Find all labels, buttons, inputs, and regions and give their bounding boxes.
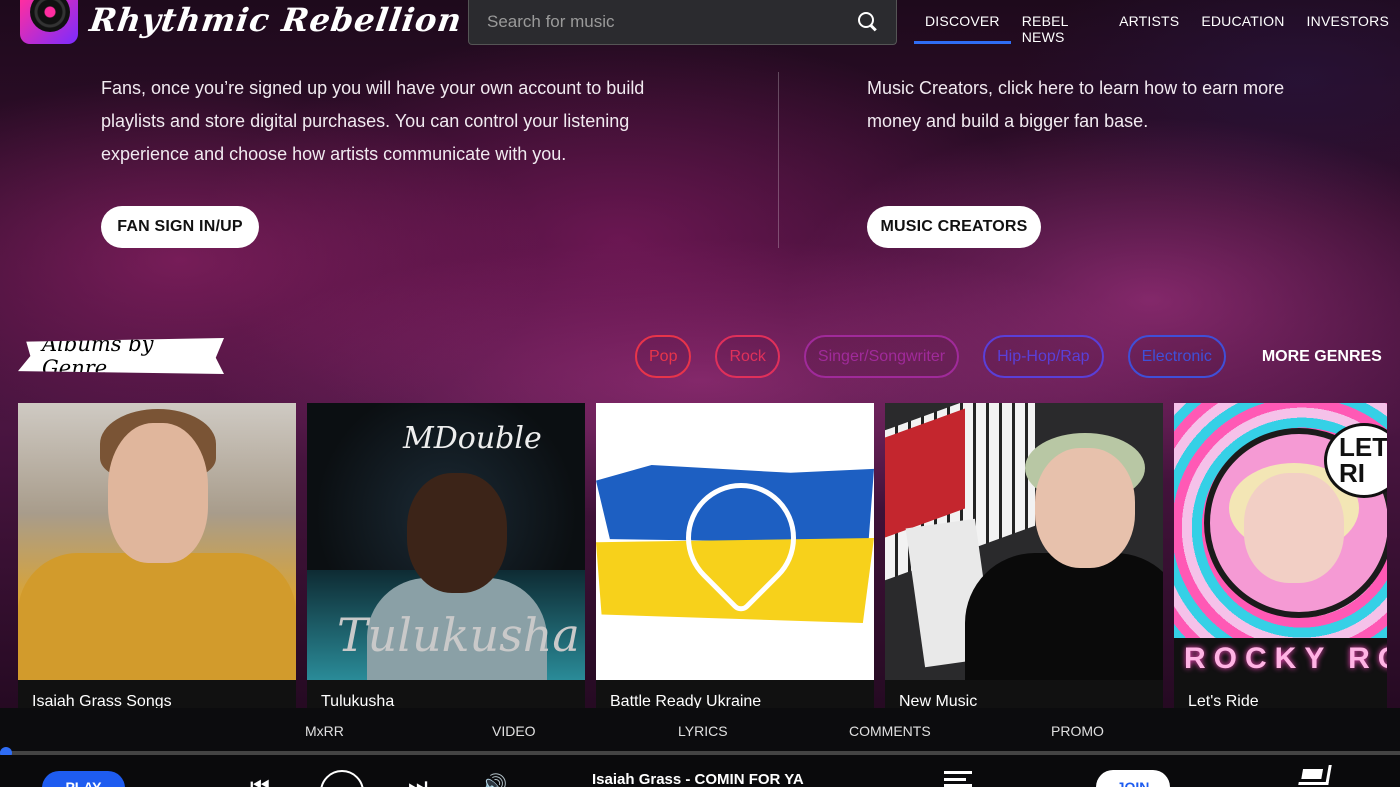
hero-divider — [778, 72, 779, 248]
play-label-button[interactable]: PLAY — [42, 771, 125, 787]
genre-rock[interactable]: Rock — [715, 335, 780, 378]
cover-artist-text: MDouble — [403, 421, 542, 456]
search-bar[interactable] — [468, 0, 897, 45]
now-playing-title: Isaiah Grass - COMIN FOR YA — [592, 771, 804, 787]
album-card[interactable]: Isaiah Grass Songs — [18, 403, 296, 710]
nav-investors[interactable]: INVESTORS — [1296, 0, 1400, 44]
play-icon[interactable] — [320, 770, 364, 787]
search-icon[interactable] — [858, 12, 878, 32]
nav-rebel-news[interactable]: REBEL NEWS — [1011, 0, 1108, 45]
search-input[interactable] — [487, 12, 858, 32]
album-cover-image[interactable] — [885, 403, 1163, 680]
album-cover-image[interactable]: LET RI ROCKY RO — [1174, 403, 1387, 680]
album-row: Isaiah Grass Songs MDouble Tulukusha Tul… — [18, 403, 1387, 710]
playlist-icon[interactable] — [944, 771, 972, 787]
previous-icon[interactable]: ⏮ — [250, 773, 270, 787]
album-cover-image[interactable]: MDouble Tulukusha — [307, 403, 585, 680]
tab-promo[interactable]: PROMO — [1051, 723, 1104, 739]
volume-icon[interactable]: 🔊 — [480, 773, 507, 787]
album-card[interactable]: Battle Ready Ukraine — [596, 403, 874, 710]
join-button[interactable]: JOIN — [1096, 770, 1170, 787]
tab-lyrics[interactable]: LYRICS — [678, 723, 728, 739]
genre-filters: Pop Rock Singer/Songwriter Hip-Hop/Rap E… — [635, 335, 1382, 378]
genre-singer-songwriter[interactable]: Singer/Songwriter — [803, 335, 960, 378]
brand-name: Rhythmic Rebellion — [87, 1, 465, 39]
music-creators-button[interactable]: MUSIC CREATORS — [867, 206, 1041, 248]
genre-hip-hop-rap[interactable]: Hip-Hop/Rap — [983, 335, 1104, 378]
cover-title-text: Tulukusha — [337, 608, 580, 662]
tab-video[interactable]: VIDEO — [492, 723, 536, 739]
nav-discover[interactable]: DISCOVER — [914, 0, 1011, 44]
nav-education[interactable]: EDUCATION — [1190, 0, 1295, 44]
creators-description: Music Creators, click here to learn how … — [867, 78, 1285, 131]
album-card[interactable]: MDouble Tulukusha Tulukusha — [307, 403, 585, 710]
cart-icon[interactable] — [1298, 765, 1332, 785]
main-nav: DISCOVER REBEL NEWS ARTISTS EDUCATION IN… — [914, 0, 1400, 45]
player-tabs: MxRR VIDEO LYRICS COMMENTS PROMO — [0, 708, 1400, 752]
nav-artists[interactable]: ARTISTS — [1108, 0, 1190, 44]
genre-electronic[interactable]: Electronic — [1127, 335, 1226, 378]
next-icon[interactable]: ⏭ — [408, 773, 428, 787]
fan-sign-in-button[interactable]: FAN SIGN IN/UP — [101, 206, 259, 248]
cover-neon-text: ROCKY RO — [1174, 638, 1387, 680]
album-card[interactable]: New Music — [885, 403, 1163, 710]
tab-mxrr[interactable]: MxRR — [305, 723, 344, 739]
fans-description: Fans, once you’re signed up you will hav… — [101, 78, 645, 164]
album-card[interactable]: LET RI ROCKY RO Let's Ride — [1174, 403, 1387, 710]
album-cover-image[interactable] — [18, 403, 296, 680]
albums-by-genre-title: Albums by Genre — [18, 338, 224, 374]
more-genres-link[interactable]: MORE GENRES — [1262, 348, 1382, 366]
genre-pop[interactable]: Pop — [635, 335, 692, 378]
album-cover-image[interactable] — [596, 403, 874, 680]
player-bar: PLAY ⏮ ⏭ 🔊 Isaiah Grass - COMIN FOR YA J… — [0, 755, 1400, 787]
vinyl-logo-icon — [20, 0, 78, 44]
tab-comments[interactable]: COMMENTS — [849, 723, 931, 739]
brand-logo[interactable]: Rhythmic Rebellion — [20, 0, 465, 44]
